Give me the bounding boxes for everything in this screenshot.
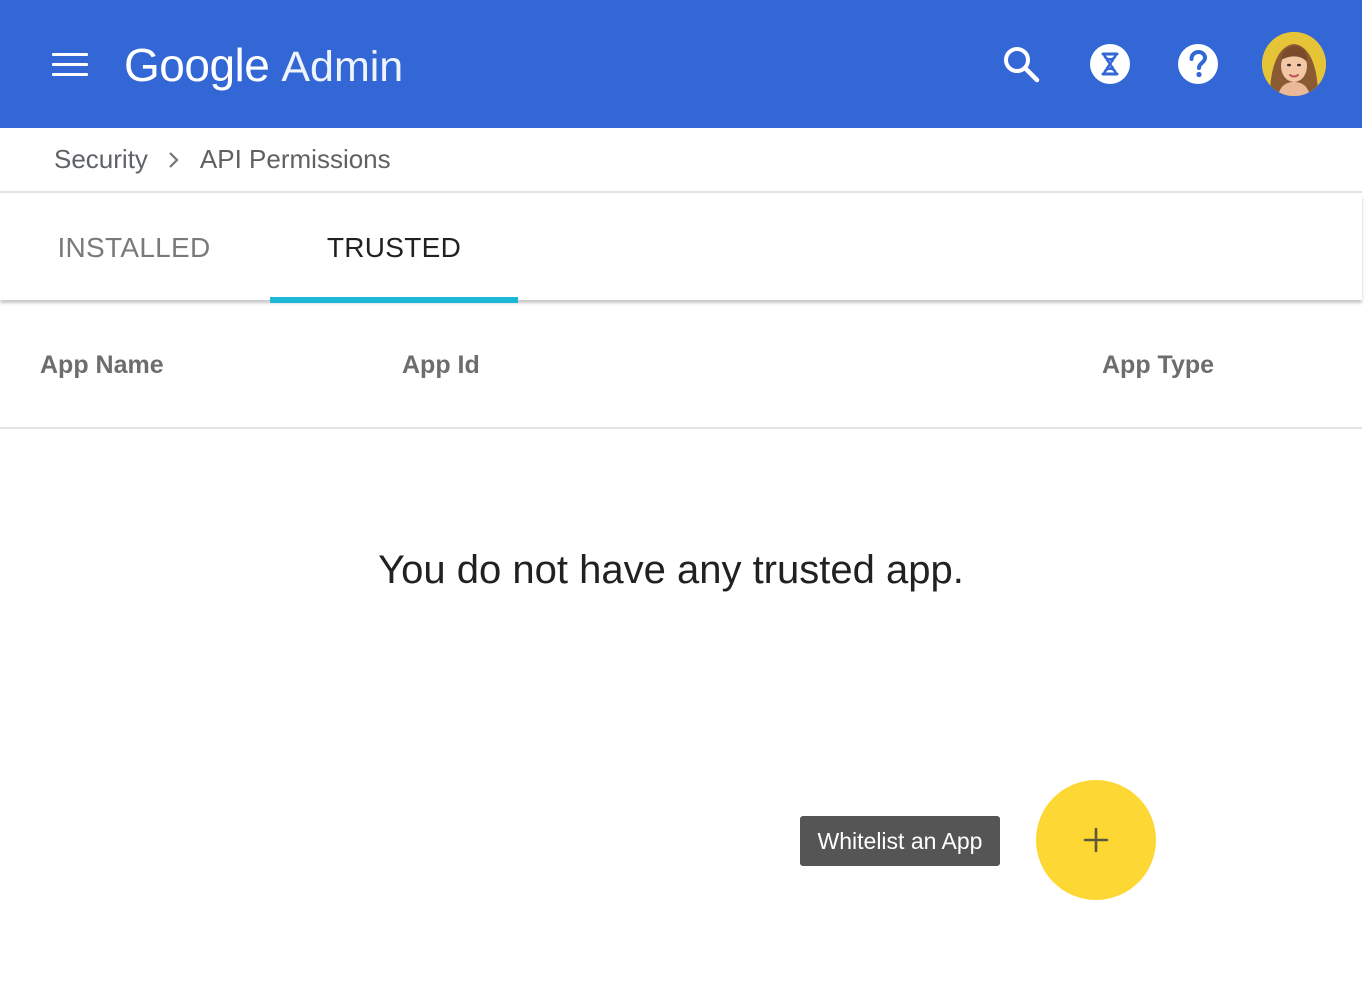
column-header-app-name[interactable]: App Name (40, 351, 164, 380)
brand-logo[interactable]: Google Admin (124, 38, 403, 94)
chevron-right-icon (166, 150, 180, 170)
breadcrumb: Security API Permissions (0, 128, 1362, 193)
menu-line (52, 62, 88, 66)
app-bar: Google Admin (0, 0, 1362, 128)
avatar-image (1262, 32, 1326, 96)
table-header: App Name App Id App Type (0, 303, 1362, 429)
help-icon (1178, 44, 1218, 84)
brand-google-text: Google (124, 39, 270, 91)
admin-page: Google Admin Security API Permissions IN… (0, 0, 1368, 986)
tab-bar: INSTALLED TRUSTED (0, 195, 1362, 300)
menu-line (52, 52, 88, 56)
brand-product-text: Admin (281, 43, 404, 91)
plus-icon (1083, 827, 1109, 853)
breadcrumb-security-link[interactable]: Security (54, 144, 148, 175)
tab-installed[interactable]: INSTALLED (18, 195, 250, 300)
breadcrumb-current: API Permissions (199, 144, 391, 174)
timer-icon (1090, 44, 1130, 84)
search-button[interactable] (989, 32, 1053, 96)
help-button[interactable] (1166, 32, 1230, 96)
tab-trusted[interactable]: TRUSTED (270, 195, 518, 300)
column-header-app-id[interactable]: App Id (402, 351, 480, 380)
empty-state-message: You do not have any trusted app. (378, 548, 964, 592)
timer-button[interactable] (1078, 32, 1142, 96)
fab-tooltip: Whitelist an App (800, 816, 1000, 866)
search-icon (1004, 47, 1040, 83)
column-header-app-type[interactable]: App Type (1102, 351, 1214, 380)
menu-line (52, 72, 88, 76)
menu-icon[interactable] (46, 44, 94, 84)
whitelist-app-button[interactable] (1036, 780, 1156, 900)
avatar[interactable] (1262, 32, 1326, 96)
